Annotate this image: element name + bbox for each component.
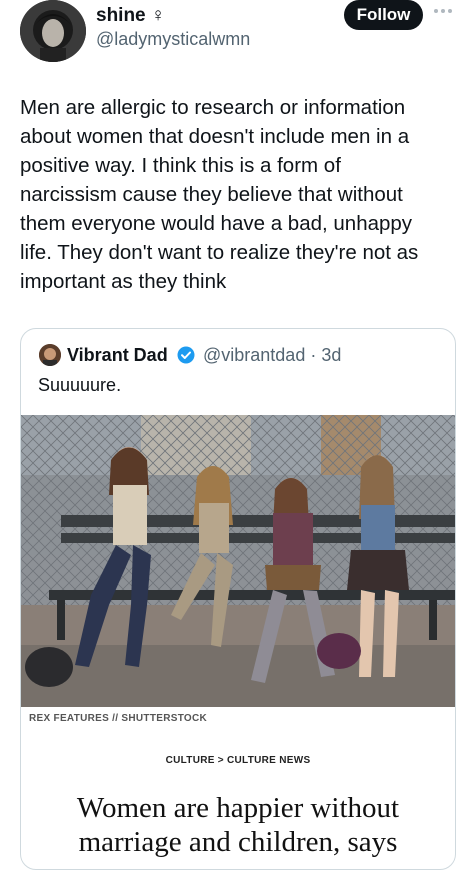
author-handle[interactable]: @ladymysticalwmn [96, 29, 250, 50]
quote-text: Suuuuure. [38, 375, 122, 395]
tweet-line: life. They don't want to realize they're… [20, 241, 419, 264]
women-on-bench-photo [21, 415, 455, 707]
tweet-text: Men are allergic to research or informat… [20, 93, 460, 296]
quote-author-avatar[interactable] [39, 344, 61, 366]
quote-author-handle[interactable]: @vibrantdad · 3d [203, 345, 341, 366]
tweet-line: positive way. I think this is a form of [20, 154, 341, 177]
tweet-line: narcissism cause they believe that witho… [20, 183, 403, 206]
verified-badge-icon [177, 346, 195, 364]
author-avatar[interactable] [20, 0, 86, 62]
article-headline[interactable]: Women are happier without marriage and c… [21, 791, 455, 859]
tweet-line: them everyone would have a bad, unhappy [20, 212, 413, 235]
headline-line: marriage and children, says [78, 826, 398, 858]
more-dots-icon[interactable] [432, 6, 454, 16]
photo-credit: REX FEATURES // SHUTTERSTOCK [29, 713, 208, 724]
tweet-line: Men are allergic to research or informat… [20, 96, 406, 119]
tweet-line: about women that doesn't include men in … [20, 125, 410, 148]
article-breadcrumb[interactable]: CULTURE > CULTURE NEWS [21, 755, 455, 766]
quote-tweet-card[interactable]: Vibrant Dad @vibrantdad · 3d Suuuuure. R… [20, 328, 456, 870]
article-photo[interactable] [21, 415, 455, 707]
quote-author-name[interactable]: Vibrant Dad [67, 345, 168, 366]
author-display-name[interactable]: shine ♀ [96, 5, 165, 27]
follow-button[interactable]: Follow [344, 0, 423, 30]
headline-line: Women are happier without [76, 792, 400, 824]
profile-photo [39, 344, 61, 366]
profile-photo [20, 0, 86, 62]
tweet-line: important as they think [20, 270, 227, 293]
